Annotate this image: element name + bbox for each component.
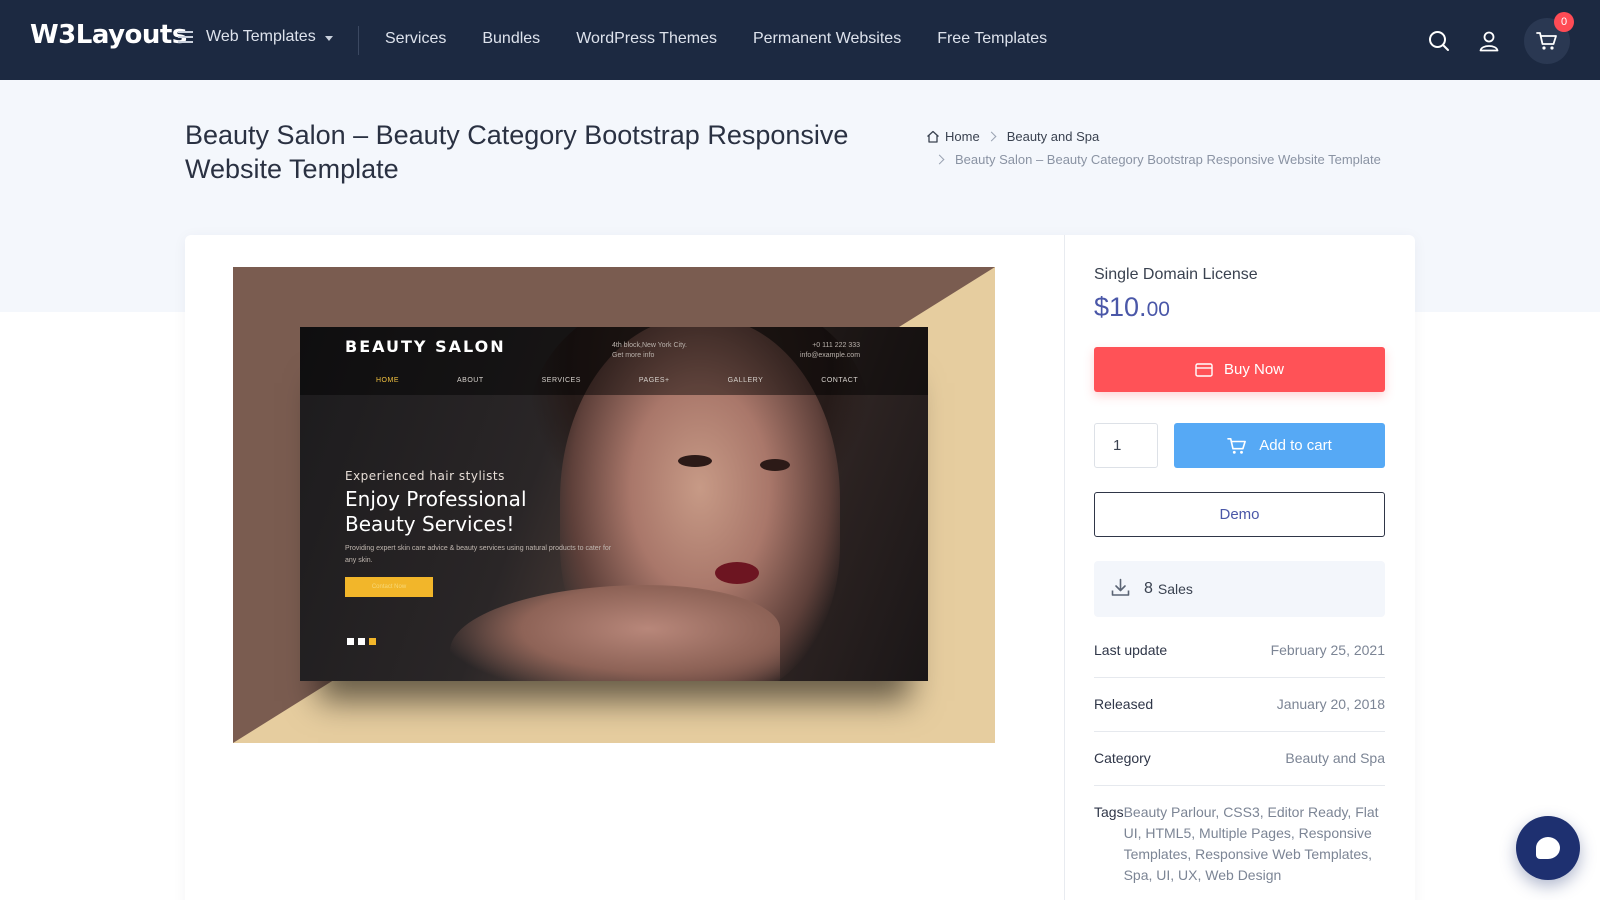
breadcrumb-home[interactable]: Home	[945, 129, 980, 144]
nav-link-services[interactable]: Services	[385, 30, 446, 48]
category-link[interactable]: Beauty and Spa	[1285, 750, 1385, 766]
meta-tags: Tags Beauty Parlour, CSS3, Editor Ready,…	[1094, 802, 1385, 886]
cart-icon	[1227, 437, 1247, 455]
user-icon[interactable]	[1476, 28, 1502, 54]
card-divider	[1064, 235, 1065, 900]
nav-link-free-templates[interactable]: Free Templates	[937, 30, 1047, 48]
quantity-input[interactable]	[1094, 423, 1158, 468]
preview-headline: Enjoy Professional Beauty Services!	[345, 487, 527, 536]
meta-last-update: Last update February 25, 2021	[1094, 642, 1385, 658]
preview-address: 4th block,New York City. Get more info	[612, 342, 687, 359]
top-navbar: W3Layouts Web Templates Services Bundles…	[0, 0, 1600, 80]
buy-now-label: Buy Now	[1223, 361, 1285, 378]
preview-eye	[678, 455, 712, 467]
meta-divider	[1094, 677, 1385, 678]
sales-count: 8	[1144, 580, 1153, 597]
meta-divider	[1094, 731, 1385, 732]
preview-eye	[760, 459, 790, 471]
web-templates-label: Web Templates	[206, 28, 316, 45]
chevron-right-icon	[934, 154, 945, 165]
nav-divider	[358, 26, 359, 55]
cart-icon	[1536, 32, 1557, 50]
preview-lips	[715, 562, 759, 584]
meta-category: Category Beauty and Spa	[1094, 750, 1385, 766]
demo-button[interactable]: Demo	[1094, 492, 1385, 537]
preview-brand: BEAUTY SALON	[345, 337, 506, 356]
preview-button: Contact Now	[345, 577, 433, 597]
chat-bubble-icon	[1536, 837, 1560, 859]
home-icon	[926, 130, 940, 143]
site-logo[interactable]: W3Layouts	[30, 20, 187, 50]
chat-button[interactable]	[1516, 816, 1580, 880]
page-title: Beauty Salon – Beauty Category Bootstrap…	[185, 120, 849, 184]
preview-body: Providing expert skin care advice & beau…	[345, 545, 612, 564]
sales-label: Sales	[1157, 581, 1193, 597]
preview-slider-dots	[347, 638, 376, 645]
buy-now-button[interactable]: Buy Now	[1094, 347, 1385, 392]
preview-kicker: Experienced hair stylists	[345, 469, 505, 483]
search-icon[interactable]	[1426, 28, 1452, 54]
nav-link-wordpress-themes[interactable]: WordPress Themes	[576, 30, 717, 48]
add-to-cart-label: Add to cart	[1259, 437, 1332, 454]
meta-divider	[1094, 785, 1385, 786]
credit-card-icon	[1195, 362, 1213, 377]
caret-down-icon	[324, 35, 333, 41]
cart-button[interactable]: 0	[1524, 12, 1574, 64]
sales-count-box: 8 Sales	[1094, 561, 1385, 617]
price: $10.00	[1094, 292, 1170, 322]
chevron-right-icon	[986, 131, 997, 141]
meta-released: Released January 20, 2018	[1094, 696, 1385, 712]
breadcrumb: Home Beauty and Spa Beauty Salon – Beaut…	[926, 128, 1396, 167]
add-to-cart-button[interactable]: Add to cart	[1174, 423, 1385, 468]
breadcrumb-current: Beauty Salon – Beauty Category Bootstrap…	[955, 152, 1381, 167]
nav-actions: 0	[1402, 12, 1574, 64]
nav-link-bundles[interactable]: Bundles	[482, 30, 540, 48]
license-type: Single Domain License	[1094, 266, 1258, 283]
cart-count-badge: 0	[1554, 12, 1574, 32]
hamburger-icon	[178, 31, 193, 43]
preview-screen: BEAUTY SALON 4th block,New York City. Ge…	[300, 327, 928, 681]
breadcrumb-category[interactable]: Beauty and Spa	[1007, 129, 1100, 144]
preview-menu: HOME ABOUT SERVICES PAGES+ GALLERY CONTA…	[376, 377, 859, 384]
web-templates-menu[interactable]: Web Templates	[178, 28, 333, 46]
preview-hand	[450, 585, 780, 681]
tag-links[interactable]: Beauty Parlour, CSS3, Editor Ready, Flat…	[1124, 802, 1385, 886]
nav-link-permanent-websites[interactable]: Permanent Websites	[753, 30, 901, 48]
preview-contact: +0 111 222 333 info@example.com	[800, 342, 861, 359]
template-preview-image[interactable]: BEAUTY SALON 4th block,New York City. Ge…	[233, 267, 995, 743]
main-nav-links: Services Bundles WordPress Themes Perman…	[385, 30, 1083, 48]
download-icon	[1111, 578, 1130, 600]
